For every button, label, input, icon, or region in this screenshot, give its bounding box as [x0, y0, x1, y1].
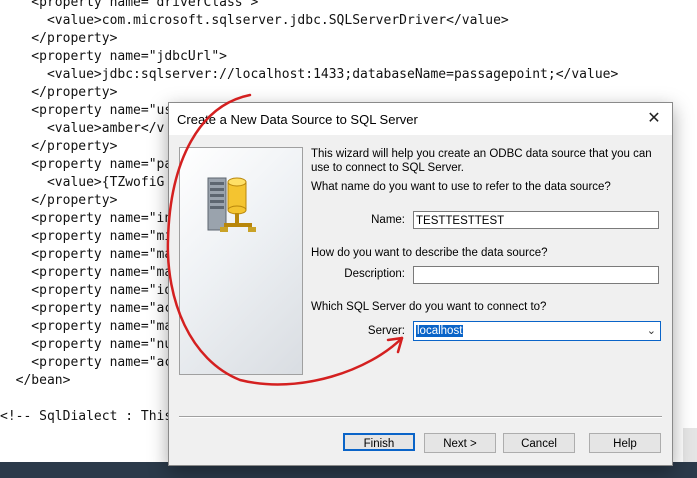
annotation-overlay — [166, 93, 404, 386]
red-annotation-arrow — [166, 93, 404, 386]
